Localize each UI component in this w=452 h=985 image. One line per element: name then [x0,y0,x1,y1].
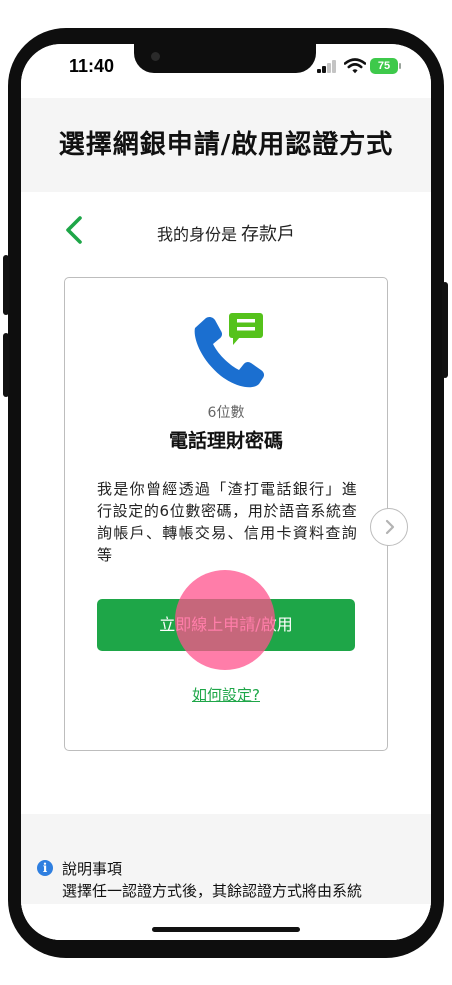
battery-tip [399,63,401,69]
identity-type: 存款戶 [241,224,295,245]
notes-text: 選擇任一認證方式後，其餘認證方式將由系統 [62,882,363,900]
page-title: 選擇網銀申請/啟用認證方式 [58,130,394,160]
auth-method-card: 6位數 電話理財密碼 我是你曾經透過「渣打電話銀行」進行設定的6位數密碼，用於語… [64,277,388,751]
home-indicator[interactable] [152,927,300,932]
silent-switch [3,255,9,315]
notes-title: 說明事項 [62,860,123,878]
notch [134,44,316,73]
info-icon: i [37,860,53,876]
card-title: 電話理財密碼 [168,430,283,452]
power-button [442,282,448,378]
status-time: 11:40 [69,56,115,76]
apply-now-button[interactable]: 立即線上申請/啟用 [97,599,355,651]
card-description: 我是你曾經透過「渣打電話銀行」進行設定的6位數密碼，用於語音系統查詢帳戶、轉帳交… [97,480,357,564]
screen: 11:40 75 選擇網銀申請/啟用認證方式 我的身份是 存款戶 6位數 電話理… [21,44,431,940]
wifi-icon [344,58,366,74]
identity-row: 我的身份是 存款戶 [21,209,431,253]
card-subtitle: 6位數 [207,405,245,421]
battery-level: 75 [370,58,398,74]
camera [151,52,160,61]
home-bar-area [21,904,431,940]
phone-message-icon [194,313,265,388]
how-to-setup-link[interactable]: 如何設定? [65,684,387,705]
chevron-right-circle-icon[interactable] [370,508,408,546]
identity-prefix: 我的身份是 [156,225,237,244]
volume-button [3,333,9,397]
identity-label: 我的身份是 存款戶 [21,220,431,246]
status-bar: 11:40 75 [21,44,431,98]
cellular-signal-icon [317,60,339,73]
